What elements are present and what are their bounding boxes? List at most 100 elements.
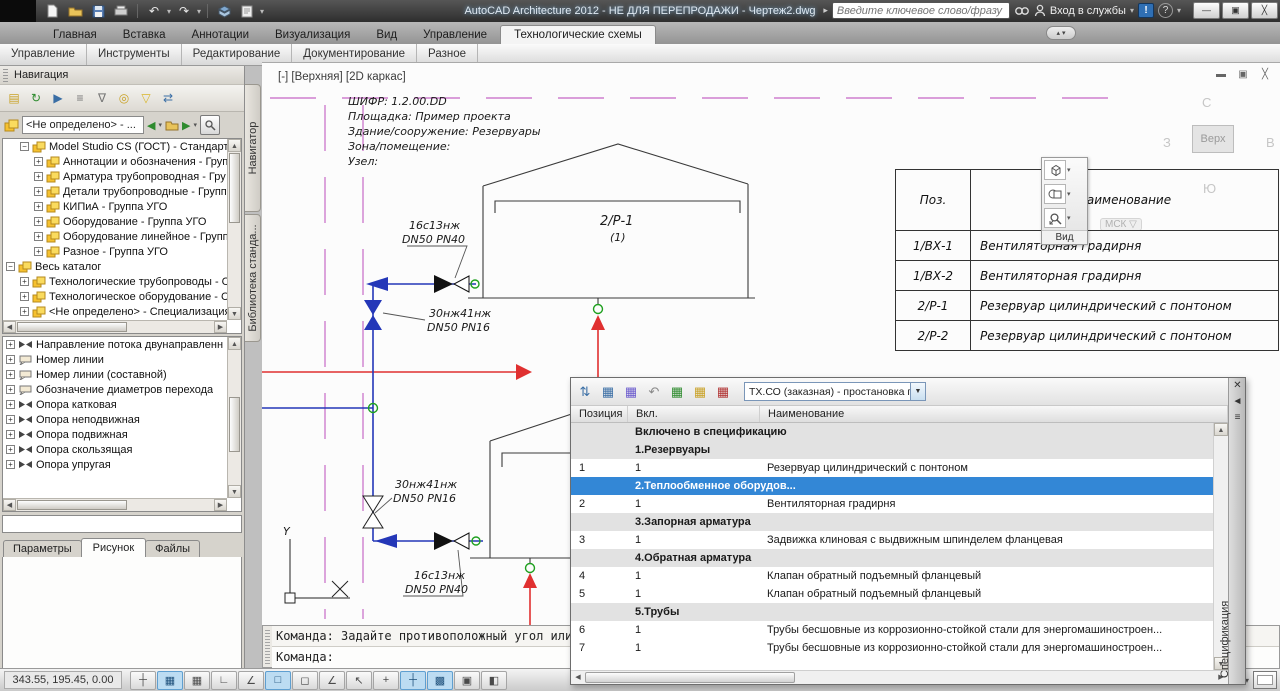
palette-toolbar-icon[interactable]: ∇ — [92, 88, 112, 108]
spec-table-row[interactable]: 5 1 Клапан обратный подъемный фланцевый — [571, 585, 1228, 603]
spec-table-row[interactable]: 6 1 Трубы бесшовные из коррозионно-стойк… — [571, 621, 1228, 639]
ribbon-tab[interactable]: Вставка — [110, 26, 179, 44]
col-included-header[interactable]: Вкл. — [628, 406, 760, 422]
scroll-left-icon[interactable]: ◀ — [3, 499, 16, 511]
catalog-tree-item[interactable]: + Арматура трубопроводная - Гру — [3, 169, 227, 184]
catalog-tree-hscrollbar[interactable]: ◀ ▶ — [3, 320, 227, 333]
ribbon-tab[interactable]: Вид — [363, 26, 410, 44]
tree-expander-icon[interactable]: + — [34, 157, 43, 166]
redo-dropdown-icon[interactable]: ▾ — [197, 7, 201, 16]
tree-expander-icon[interactable]: + — [6, 355, 15, 364]
ribbon-tab[interactable]: Главная — [40, 26, 110, 44]
palette-grip[interactable] — [3, 69, 8, 82]
catalog-tree-item[interactable]: + Технологические трубопроводы - С — [3, 274, 227, 289]
scroll-up-icon[interactable]: ▲ — [228, 139, 241, 152]
symbol-tree-item[interactable]: + Номер линии (составной) — [3, 367, 227, 382]
spec-hscrollbar[interactable]: ◀ ▶ — [571, 670, 1228, 684]
command-window-grip[interactable] — [265, 630, 270, 664]
status-toggle-icon[interactable]: ∠ — [238, 671, 264, 690]
tree-expander-icon[interactable]: + — [34, 232, 43, 241]
catalog-tree-item[interactable]: + Оборудование - Группа УГО — [3, 214, 227, 229]
scroll-thumb[interactable] — [17, 322, 127, 332]
qat-customize-icon[interactable]: ▾ — [260, 7, 264, 16]
undo-icon[interactable]: ↶ — [144, 2, 164, 20]
drawing-close-icon[interactable]: ╳ — [1258, 69, 1272, 80]
tree-expander-icon[interactable]: + — [6, 460, 15, 469]
palette-toolbar-icon[interactable]: ⇄ — [158, 88, 178, 108]
palette-toolbar-icon[interactable]: ▶ — [48, 88, 68, 108]
restore-button[interactable]: ▣ — [1222, 2, 1249, 19]
spec-toolbar-icon[interactable]: ▦ — [713, 382, 733, 402]
infocenter-flyout-icon[interactable]: ▸ — [823, 5, 828, 16]
scroll-down-icon[interactable]: ▼ — [228, 485, 241, 498]
symbol-tree-item[interactable]: + Обозначение диаметров перехода — [3, 382, 227, 397]
viewcube-west-label[interactable]: З — [1163, 135, 1171, 150]
palette-toolbar-icon[interactable]: ≡ — [70, 88, 90, 108]
scroll-up-icon[interactable]: ▲ — [1214, 423, 1228, 436]
scroll-right-icon[interactable]: ▶ — [214, 321, 227, 333]
catalog-tree-item[interactable]: + КИПиА - Группа УГО — [3, 199, 227, 214]
spec-table-row[interactable]: 7 1 Трубы бесшовные из коррозионно-стойк… — [571, 639, 1228, 657]
spec-toolbar-icon[interactable]: ▦ — [621, 382, 641, 402]
spec-toolbar-icon[interactable]: ▦ — [667, 382, 687, 402]
tree-expander-icon[interactable]: + — [34, 172, 43, 181]
tab-standard-library[interactable]: Библиотека станда... — [245, 214, 261, 342]
tree-expander-icon[interactable]: + — [6, 400, 15, 409]
dropdown-icon[interactable]: ▾ — [1067, 190, 1071, 198]
model-layout-icon[interactable] — [1253, 671, 1277, 689]
scroll-left-icon[interactable]: ◀ — [3, 321, 16, 333]
search-icon[interactable] — [1014, 5, 1030, 17]
spec-table-row[interactable]: 3.Запорная арматура — [571, 513, 1228, 531]
ribbon-tab[interactable]: Технологические схемы — [500, 25, 656, 44]
save-icon[interactable] — [88, 2, 108, 20]
palette-tab[interactable]: Файлы — [145, 540, 200, 557]
tree-expander-icon[interactable]: + — [34, 202, 43, 211]
print-icon[interactable] — [111, 2, 131, 20]
catalog-tree-item[interactable]: + Технологическое оборудование - С — [3, 289, 227, 304]
sheet-set-icon[interactable] — [237, 2, 257, 20]
visual-style-icon[interactable] — [1044, 184, 1066, 204]
tree-expander-icon[interactable]: + — [6, 415, 15, 424]
spec-close-icon[interactable]: ✕ — [1229, 378, 1246, 394]
status-toggle-icon[interactable]: ┼ — [130, 671, 156, 690]
dropdown-icon[interactable]: ▾ — [1067, 166, 1071, 174]
tab-navigator[interactable]: Навигатор — [245, 84, 261, 212]
palette-toolbar-icon[interactable]: ▽ — [136, 88, 156, 108]
catalog-tree-item[interactable]: + Детали трубопроводные - Групп — [3, 184, 227, 199]
ribbon-panel-tab[interactable]: Инструменты — [87, 44, 182, 65]
folder-up-icon[interactable] — [165, 119, 179, 131]
signin-dropdown-icon[interactable]: ▾ — [1130, 6, 1134, 15]
undo-dropdown-icon[interactable]: ▾ — [167, 7, 171, 16]
standard-select[interactable]: <Не определено> - ... — [22, 116, 144, 134]
status-toggle-icon[interactable]: + — [373, 671, 399, 690]
spec-properties-icon[interactable]: ≡ — [1229, 410, 1246, 426]
symbol-tree-item[interactable]: + Опора неподвижная — [3, 412, 227, 427]
back-icon[interactable]: ◀ — [147, 119, 155, 132]
viewcube-north-label[interactable]: С — [1202, 95, 1211, 110]
back-dropdown-icon[interactable]: ▾ — [158, 121, 162, 129]
status-toggle-icon[interactable]: ▦ — [184, 671, 210, 690]
tree-expander-icon[interactable]: + — [6, 445, 15, 454]
tree-expander-icon[interactable]: + — [6, 370, 15, 379]
open-file-icon[interactable] — [65, 2, 85, 20]
spec-table-row[interactable]: Включено в спецификацию — [571, 423, 1228, 441]
tree-expander-icon[interactable]: + — [34, 217, 43, 226]
forward-icon[interactable]: ▶ — [182, 119, 190, 132]
user-icon[interactable] — [1034, 4, 1046, 17]
status-toggle-icon[interactable]: ◧ — [481, 671, 507, 690]
symbol-tree-item[interactable]: + Направление потока двунаправленн — [3, 337, 227, 352]
help-icon[interactable]: ? — [1158, 3, 1173, 18]
ribbon-panel-tab[interactable]: Управление — [0, 44, 87, 65]
spec-table-row[interactable]: 2 1 Вентиляторная градирня — [571, 495, 1228, 513]
zoom-icon[interactable] — [1044, 208, 1066, 228]
catalog-tree-item[interactable]: − Model Studio CS (ГОСТ) - Стандарт (г — [3, 139, 227, 154]
dropdown-icon[interactable]: ▾ — [1067, 214, 1071, 222]
palette-toolbar-icon[interactable]: ▤ — [4, 88, 24, 108]
status-toggle-icon[interactable]: ∟ — [211, 671, 237, 690]
help-dropdown-icon[interactable]: ▾ — [1177, 6, 1181, 15]
spec-toolbar-icon[interactable]: ▦ — [598, 382, 618, 402]
scroll-thumb[interactable] — [17, 500, 127, 510]
scroll-right-icon[interactable]: ▶ — [214, 499, 227, 511]
spec-table-row[interactable]: 1 1 Резервуар цилиндрический с понтоном — [571, 459, 1228, 477]
preview-toggle-button[interactable] — [200, 115, 220, 135]
